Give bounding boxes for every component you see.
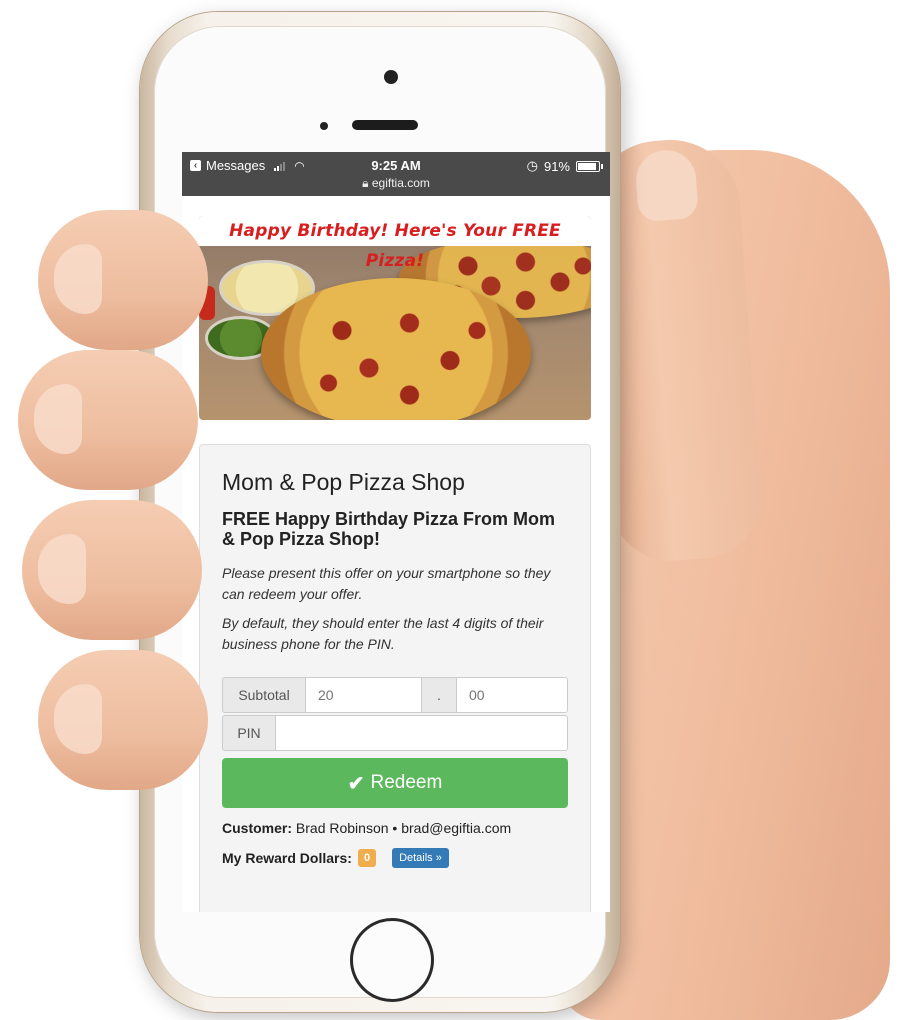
address-bar[interactable]: 🔒︎ egiftia.com xyxy=(182,176,610,191)
url-text: egiftia.com xyxy=(371,176,430,190)
battery-icon xyxy=(576,160,603,172)
pin-label: PIN xyxy=(222,715,276,751)
alarm-icon: ◷ xyxy=(526,158,538,173)
iphone-device: ‹ Messages ◠ 9:25 AM 🔒︎ egiftia.com ◷ 91… xyxy=(140,12,620,1012)
reward-dollars-info: My Reward Dollars: 0 Details » xyxy=(222,848,449,868)
hand-finger-middle xyxy=(18,350,198,490)
offer-instruction-pin: By default, they should enter the last 4… xyxy=(222,615,544,652)
pizza-image-main xyxy=(261,278,531,420)
finger-nail xyxy=(54,244,102,314)
pin-input[interactable] xyxy=(276,715,568,751)
banner-title: Happy Birthday! Here's Your FREE Pizza! xyxy=(199,216,591,271)
pin-input-group: PIN xyxy=(222,715,568,751)
home-button[interactable] xyxy=(350,918,434,1002)
decimal-separator: . xyxy=(422,677,456,713)
phone-face: ‹ Messages ◠ 9:25 AM 🔒︎ egiftia.com ◷ 91… xyxy=(154,26,610,1002)
customer-name: Brad Robinson xyxy=(295,820,389,836)
offer-title: FREE Happy Birthday Pizza From Mom & Pop… xyxy=(222,509,556,549)
offer-instruction-present: Please present this offer on your smartp… xyxy=(222,565,551,602)
thumb-nail xyxy=(634,148,699,223)
offer-card: Mom & Pop Pizza Shop FREE Happy Birthday… xyxy=(199,444,591,912)
reward-dollars-badge: 0 xyxy=(357,849,377,867)
subtotal-dollars-input[interactable] xyxy=(306,677,422,713)
subtotal-input-group: Subtotal . xyxy=(222,677,568,713)
customer-email: brad@egiftia.com xyxy=(401,820,512,836)
reward-dollars-label: My Reward Dollars: xyxy=(222,850,352,866)
hand-finger-ring xyxy=(22,500,202,640)
status-bar: ‹ Messages ◠ 9:25 AM 🔒︎ egiftia.com ◷ 91… xyxy=(182,152,610,196)
finger-nail xyxy=(54,684,102,754)
hand-finger-pinky xyxy=(38,650,208,790)
subtotal-cents-input[interactable] xyxy=(456,677,568,713)
subtotal-label: Subtotal xyxy=(222,677,306,713)
shop-name: Mom & Pop Pizza Shop xyxy=(222,469,465,495)
front-camera xyxy=(384,70,398,84)
finger-nail xyxy=(34,384,82,454)
customer-separator: • xyxy=(392,820,398,836)
promo-banner-image: Happy Birthday! Here's Your FREE Pizza! xyxy=(199,216,591,420)
proximity-sensor xyxy=(320,122,328,130)
customer-label: Customer: xyxy=(222,820,293,836)
hand-finger-index xyxy=(38,210,208,350)
details-button[interactable]: Details » xyxy=(392,848,449,868)
redeem-label: Redeem xyxy=(370,772,443,793)
lock-icon: 🔒︎ xyxy=(362,176,369,190)
redeem-button[interactable]: ✔ Redeem xyxy=(222,758,568,808)
check-icon: ✔ xyxy=(347,772,365,795)
finger-nail xyxy=(38,534,86,604)
status-bar-right: ◷ 91% xyxy=(526,158,603,174)
earpiece-speaker xyxy=(352,120,418,130)
phone-screen: ‹ Messages ◠ 9:25 AM 🔒︎ egiftia.com ◷ 91… xyxy=(182,152,610,912)
customer-info: Customer: Brad Robinson • brad@egiftia.c… xyxy=(222,820,511,836)
battery-percent: 91% xyxy=(543,158,570,174)
